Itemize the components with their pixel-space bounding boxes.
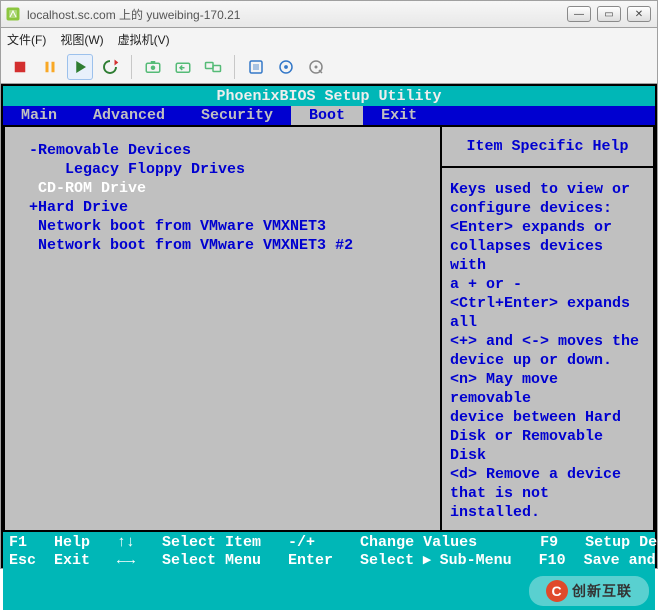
- close-button[interactable]: ✕: [627, 6, 651, 22]
- connect-cd-button[interactable]: [303, 54, 329, 80]
- bios-tab-row: Main Advanced Security Boot Exit: [3, 106, 655, 125]
- bios-tab-security[interactable]: Security: [183, 106, 291, 125]
- bios-footer-row1: F1 Help ↑↓ Select Item -/+ Change Values…: [9, 534, 658, 551]
- window-controls: — ▭ ✕: [567, 6, 651, 22]
- vsphere-icon: [5, 6, 21, 22]
- bios-tab-main[interactable]: Main: [3, 106, 75, 125]
- snapshot-manager-button[interactable]: [200, 54, 226, 80]
- toolbar-separator: [131, 55, 132, 79]
- bios-tab-advanced[interactable]: Advanced: [75, 106, 183, 125]
- boot-item-net2[interactable]: Network boot from VMware VMXNET3 #2: [38, 237, 353, 254]
- watermark-logo-icon: C: [546, 580, 568, 602]
- bios-tab-exit[interactable]: Exit: [363, 106, 435, 125]
- bios-header: PhoenixBIOS Setup Utility: [3, 86, 655, 106]
- boot-item-floppy[interactable]: Legacy Floppy Drives: [65, 161, 245, 178]
- toolbar-separator: [234, 55, 235, 79]
- window-titlebar: localhost.sc.com 上的 yuweibing-170.21 — ▭…: [0, 0, 658, 28]
- bios-help-panel: Item Specific Help Keys used to view or …: [440, 125, 655, 532]
- boot-item-net1[interactable]: Network boot from VMware VMXNET3: [38, 218, 326, 235]
- minimize-button[interactable]: —: [567, 6, 591, 22]
- power-on-button[interactable]: [67, 54, 93, 80]
- boot-item-harddrive[interactable]: +Hard Drive: [29, 199, 128, 216]
- bios-body: -Removable Devices Legacy Floppy Drives …: [3, 125, 655, 532]
- menu-vm[interactable]: 虚拟机(V): [118, 31, 170, 48]
- snapshot-revert-button[interactable]: [170, 54, 196, 80]
- bios-footer: F1 Help ↑↓ Select Item -/+ Change Values…: [3, 532, 655, 610]
- watermark-text: 创新互联: [572, 582, 632, 600]
- menu-file[interactable]: 文件(F): [7, 31, 46, 48]
- bios-screen: PhoenixBIOS Setup Utility Main Advanced …: [3, 86, 655, 566]
- bios-help-title: Item Specific Help: [442, 127, 653, 166]
- boot-item-removable[interactable]: -Removable Devices: [29, 142, 191, 159]
- bios-footer-row2: Esc Exit ←→ Select Menu Enter Select ▸ S…: [9, 552, 658, 569]
- vm-console[interactable]: PhoenixBIOS Setup Utility Main Advanced …: [0, 84, 658, 569]
- console-devices-button[interactable]: [273, 54, 299, 80]
- menu-view[interactable]: 视图(W): [60, 31, 103, 48]
- bios-tab-boot[interactable]: Boot: [291, 106, 363, 125]
- snapshot-take-button[interactable]: [140, 54, 166, 80]
- bios-boot-list[interactable]: -Removable Devices Legacy Floppy Drives …: [3, 125, 440, 532]
- toolbar: [0, 50, 658, 84]
- maximize-button[interactable]: ▭: [597, 6, 621, 22]
- menubar: 文件(F) 视图(W) 虚拟机(V): [0, 28, 658, 50]
- reset-button[interactable]: [97, 54, 123, 80]
- watermark: C创新互联: [529, 576, 649, 606]
- window-title: localhost.sc.com 上的 yuweibing-170.21: [25, 6, 563, 23]
- suspend-button[interactable]: [37, 54, 63, 80]
- bios-help-body: Keys used to view or configure devices: …: [442, 168, 653, 530]
- boot-item-cdrom-selected[interactable]: CD-ROM Drive: [38, 180, 146, 197]
- power-off-button[interactable]: [7, 54, 33, 80]
- fullscreen-button[interactable]: [243, 54, 269, 80]
